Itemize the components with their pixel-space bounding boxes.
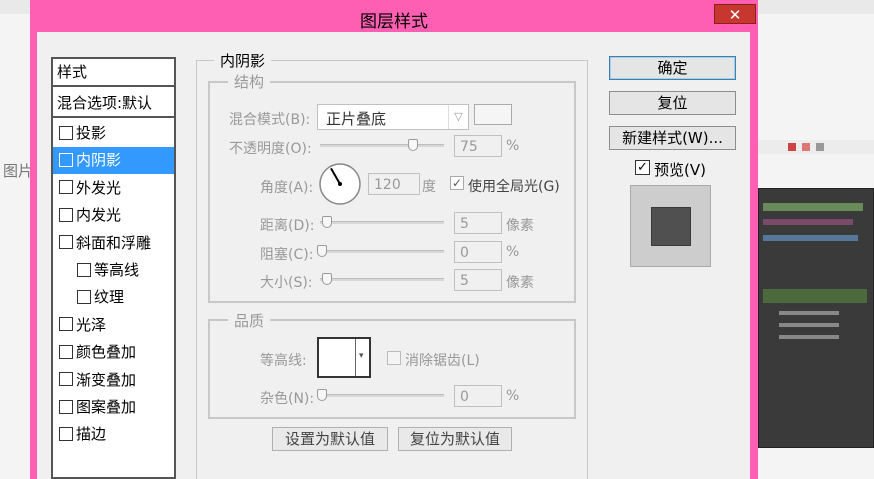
style-item-checkbox[interactable] [59,426,73,441]
distance-slider-thumb[interactable] [322,216,332,228]
size-slider-track[interactable] [320,278,444,281]
background-swatch-strip [758,140,874,154]
style-item[interactable]: 斜面和浮雕 [53,230,174,257]
distance-label: 距离(D): [260,218,315,234]
style-item-label: 渐变叠加 [76,370,137,389]
preview-square [651,207,691,246]
angle-unit: 度 [422,179,436,195]
styles-list-header[interactable]: 样式 [53,59,174,87]
style-item-label: 等高线 [94,261,140,279]
contour-label: 等高线: [260,353,307,369]
reset-default-button[interactable]: 复位为默认值 [398,427,512,451]
noise-slider-track[interactable] [320,394,444,397]
style-item-checkbox[interactable] [59,399,73,414]
preview-thumbnail [630,185,711,267]
background-layers-panel [758,188,874,448]
shadow-color-swatch[interactable] [474,104,512,125]
global-light-checkbox[interactable]: ✓ [450,176,464,190]
choke-input[interactable]: 0 [454,241,502,263]
close-button[interactable]: ✕ [714,4,756,24]
checkmark-icon: ✓ [637,160,648,175]
noise-label: 杂色(N): [260,391,315,407]
style-item[interactable]: 描边 [53,421,174,448]
chevron-down-icon: ▾ [359,351,364,361]
opacity-label: 不透明度(O): [229,141,312,157]
angle-input[interactable]: 120 [368,173,420,195]
style-item-label: 内发光 [76,206,122,225]
style-item[interactable]: 纹理 [53,284,174,311]
noise-unit: % [506,388,520,404]
style-item[interactable]: 内发光 [53,202,174,229]
blend-mode-value: 正片叠底 [326,110,387,128]
reset-button[interactable]: 复位 [609,91,736,115]
size-input[interactable]: 5 [454,269,502,291]
choke-label: 阻塞(C): [260,247,314,263]
blend-options-item[interactable]: 混合选项:默认 [53,89,174,118]
dialog-title: 图层样式 [360,12,428,32]
style-item-label: 投影 [76,124,107,142]
style-item-checkbox[interactable] [59,344,73,359]
style-item[interactable]: 光泽 [53,312,174,339]
blend-mode-select[interactable]: 正片叠底 ▽ [317,104,469,130]
style-item-label: 内阴影 [76,151,122,170]
style-item-label: 纹理 [94,288,125,307]
antialias-label[interactable]: 消除锯齿(L) [405,350,480,370]
styles-list: 样式 混合选项:默认 投影内阴影外发光内发光斜面和浮雕等高线纹理光泽颜色叠加渐变… [51,57,176,479]
make-default-button[interactable]: 设置为默认值 [272,427,388,451]
style-item-checkbox[interactable] [77,289,91,304]
style-item[interactable]: 图案叠加 [53,394,174,421]
preview-checkbox[interactable]: ✓ [635,160,650,175]
style-item[interactable]: 等高线 [53,257,174,284]
inner-shadow-title: 内阴影 [214,50,272,71]
structure-title: 结构 [228,71,271,92]
style-item[interactable]: 渐变叠加 [53,367,174,394]
opacity-input[interactable]: 75 [454,135,502,157]
style-item-checkbox[interactable] [59,372,73,387]
style-item-checkbox[interactable] [77,262,91,277]
style-item-label: 光泽 [76,315,107,334]
ok-button[interactable]: 确定 [609,56,736,80]
choke-slider-track[interactable] [320,250,444,253]
new-style-button[interactable]: 新建样式(W)... [609,126,736,150]
preview-label[interactable]: 预览(V) [654,159,706,180]
global-light-label[interactable]: 使用全局光(G) [468,176,560,196]
noise-slider-thumb[interactable] [317,389,327,401]
distance-input[interactable]: 5 [454,212,502,234]
antialias-checkbox[interactable] [387,351,401,365]
contour-picker[interactable]: ▾ [317,337,371,378]
opacity-slider-track[interactable] [320,144,444,147]
blend-mode-label: 混合模式(B): [229,112,311,128]
style-item-checkbox[interactable] [59,207,73,222]
angle-dial[interactable] [318,162,362,206]
checkmark-icon: ✓ [451,176,463,190]
size-slider-thumb[interactable] [322,273,332,285]
style-item[interactable]: 内阴影 [53,147,174,175]
style-item-label: 斜面和浮雕 [76,233,152,252]
noise-input[interactable]: 0 [454,385,502,407]
style-item-label: 描边 [76,425,107,444]
distance-unit: 像素 [506,218,534,234]
style-item[interactable]: 外发光 [53,175,174,202]
angle-label: 角度(A): [260,180,314,196]
style-item-checkbox[interactable] [59,125,73,140]
style-item-checkbox[interactable] [59,152,73,167]
style-item-label: 图案叠加 [76,398,137,416]
style-item[interactable]: 颜色叠加 [53,339,174,366]
opacity-unit: % [506,138,520,154]
choke-unit: % [506,244,520,260]
style-item-checkbox[interactable] [59,235,73,250]
style-item-checkbox[interactable] [59,180,73,195]
style-item-label: 外发光 [76,178,122,197]
size-label: 大小(S): [260,275,313,291]
choke-slider-thumb[interactable] [317,245,327,257]
background-text: 图片 [3,162,34,180]
opacity-slider-thumb[interactable] [408,139,418,151]
style-item[interactable]: 投影 [53,120,174,147]
quality-title: 品质 [228,310,271,331]
distance-slider-track[interactable] [320,221,444,224]
style-item-label: 颜色叠加 [76,343,137,362]
size-unit: 像素 [506,275,534,291]
chevron-down-icon: ▽ [448,105,468,129]
style-item-checkbox[interactable] [59,317,73,332]
